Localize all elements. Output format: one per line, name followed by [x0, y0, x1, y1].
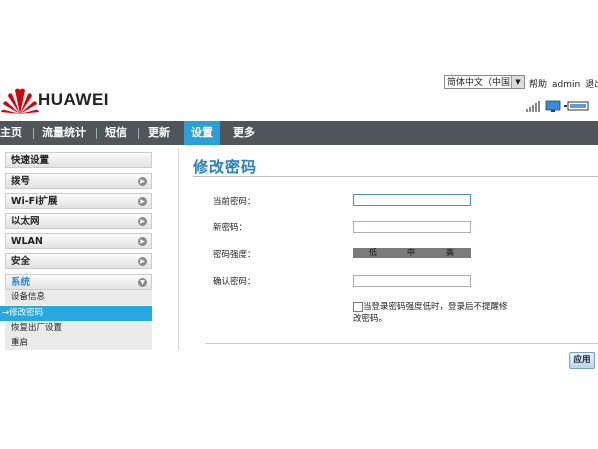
nav-divider: [33, 128, 34, 139]
strength-high: 高: [446, 248, 454, 257]
sidebar-subitem-label: 修改密码: [9, 308, 44, 318]
nav-more[interactable]: 更多: [233, 121, 255, 145]
sidebar-item-label: 系统: [11, 277, 31, 288]
help-link[interactable]: 帮助: [529, 80, 547, 90]
chevron-right-icon: ▶: [138, 197, 147, 206]
computer-icon: [564, 101, 589, 111]
new-password-label: 新密码：: [213, 223, 248, 233]
sidebar-item-quick-setup[interactable]: 快速设置: [5, 152, 152, 168]
sidebar-item-wifi-extender[interactable]: Wi-Fi扩展 ▶: [5, 193, 152, 209]
new-password-field[interactable]: [353, 221, 471, 233]
chevron-right-icon: ▶: [138, 217, 147, 226]
sidebar-subitem-device-info[interactable]: 设备信息: [5, 290, 152, 305]
main-nav: 主页 流量统计 短信 更新 设置 更多: [0, 121, 598, 145]
monitor-icon: [545, 100, 561, 112]
current-password-label: 当前密码：: [213, 197, 256, 207]
username: admin: [552, 80, 581, 90]
chevron-right-icon: ▶: [138, 177, 147, 186]
chevron-down-icon: ▼: [511, 76, 524, 88]
chevron-right-icon: ▶: [138, 237, 147, 246]
current-password-field[interactable]: [353, 194, 471, 206]
sidebar-item-wlan[interactable]: WLAN ▶: [5, 233, 152, 249]
confirm-password-label: 确认密码：: [213, 277, 256, 287]
chevron-down-icon: ▼: [138, 278, 147, 287]
sidebar-item-ethernet[interactable]: 以太网 ▶: [5, 213, 152, 229]
sidebar-item-label: 快速设置: [11, 155, 50, 166]
sidebar-item-label: WLAN: [11, 236, 43, 247]
logout-link[interactable]: 退出: [585, 80, 598, 90]
sidebar-item-label: 拨号: [11, 176, 31, 187]
sidebar-item-security[interactable]: 安全 ▶: [5, 253, 152, 269]
strength-medium: 中: [407, 248, 415, 257]
page-title: 修改密码: [193, 158, 258, 176]
nav-settings[interactable]: 设置: [184, 121, 220, 145]
sidebar-item-label: 安全: [11, 256, 31, 267]
sidebar-item-label: 以太网: [11, 216, 40, 227]
brand-name: HUAWEI: [38, 90, 109, 109]
strength-low: 低: [369, 248, 377, 257]
confirm-password-field[interactable]: [353, 275, 471, 287]
sidebar-item-dialup[interactable]: 拨号 ▶: [5, 173, 152, 189]
nav-update[interactable]: 更新: [148, 121, 170, 145]
sidebar-subitem-factory-reset[interactable]: 恢复出厂设置: [5, 321, 152, 336]
nav-traffic-stats[interactable]: 流量统计: [42, 121, 86, 145]
nav-home[interactable]: 主页: [0, 121, 22, 145]
sidebar-item-label: Wi-Fi扩展: [11, 196, 58, 207]
top-links: 帮助 admin 退出: [529, 77, 598, 90]
apply-button[interactable]: 应用: [569, 352, 595, 369]
sidebar-item-system[interactable]: 系统 ▼: [5, 274, 152, 290]
language-select[interactable]: 简体中文（中国） ▼: [444, 75, 525, 89]
sidebar-subitem-reboot[interactable]: 重启: [5, 336, 152, 350]
nav-divider: [138, 128, 139, 139]
password-strength-meter: 低 中 高: [353, 248, 471, 258]
signal-strength-icon: [526, 101, 540, 112]
reminder-checkbox[interactable]: [353, 302, 363, 312]
nav-sms[interactable]: 短信: [105, 121, 127, 145]
password-strength-label: 密码强度：: [213, 250, 256, 260]
huawei-logo-icon: [0, 84, 40, 120]
divider: [178, 148, 179, 350]
reminder-checkbox-label: 当登录密码强度低时，登录后不提醒修改密码。: [353, 302, 508, 324]
title-underline: [193, 176, 598, 177]
language-select-value: 简体中文（中国）: [447, 78, 520, 88]
sidebar-subitem-change-password[interactable]: →修改密码: [0, 306, 152, 321]
nav-divider: [96, 128, 97, 139]
divider: [205, 343, 598, 344]
chevron-right-icon: ▶: [138, 257, 147, 266]
status-icons: [524, 98, 594, 112]
